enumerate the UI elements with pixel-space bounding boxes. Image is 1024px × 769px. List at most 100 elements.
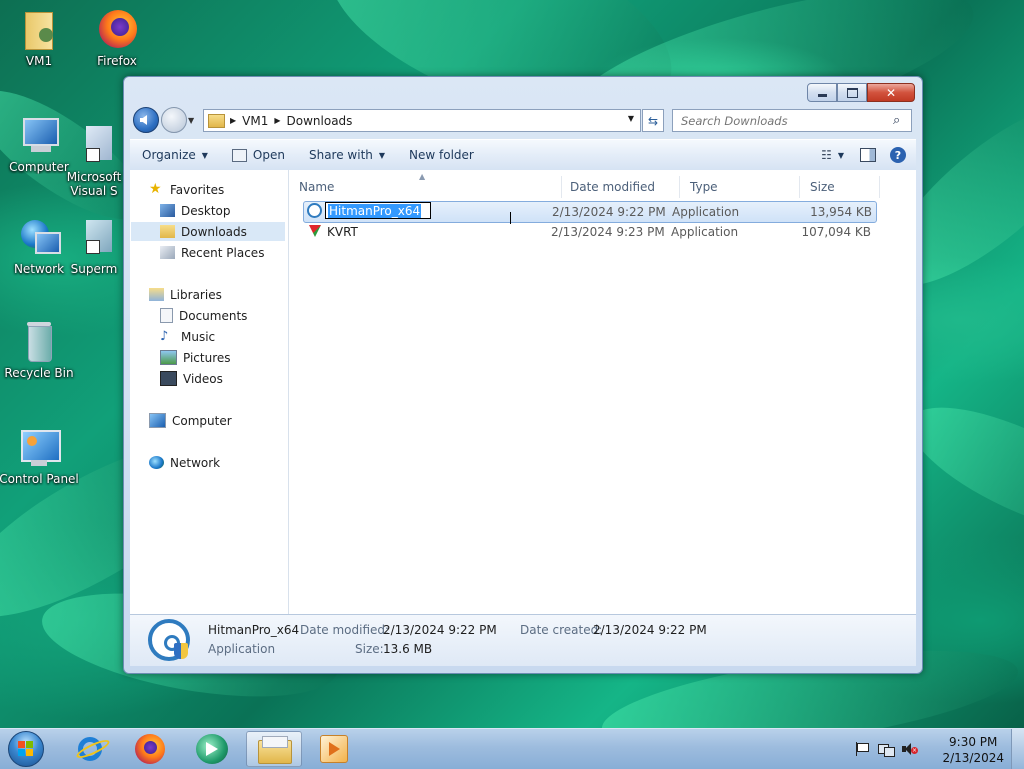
nav-desktop[interactable]: Desktop [160,201,231,220]
media-center-icon [196,734,228,764]
file-row-kvrt[interactable]: KVRT 2/13/2024 9:23 PM Application 107,0… [303,222,875,242]
column-header-name[interactable]: Name ▲ [289,172,562,198]
hitmanpro-app-icon [307,203,322,218]
help-icon: ? [890,147,906,163]
taskbar-internet-explorer[interactable] [62,731,118,767]
file-row-hitmanpro[interactable]: HitmanPro_x64 2/13/2024 9:22 PM Applicat… [303,201,877,223]
desktop-icon-vm1[interactable]: VM1 [0,8,79,68]
desktop-icon-visual-studio[interactable]: Microsoft Visual S [64,124,124,198]
refresh-icon: ⇆ [647,113,659,128]
nav-music[interactable]: ♪ Music [160,327,215,346]
search-box[interactable]: ⌕ [672,109,912,132]
minimize-button[interactable] [807,83,837,102]
start-button[interactable] [4,729,48,769]
show-desktop-button[interactable] [1011,729,1024,769]
videos-icon [160,371,177,386]
desktop-icon-superm[interactable]: Superm [64,216,124,276]
details-file-kind: Application [208,642,276,656]
clock-time: 9:30 PM [949,735,998,749]
desktop-icon-recycle-bin[interactable]: Recycle Bin [0,320,79,380]
file-date: 2/13/2024 9:23 PM [551,225,665,239]
breadcrumb-vm1[interactable]: VM1 [242,114,268,128]
file-date: 2/13/2024 9:22 PM [552,205,666,219]
system-clock[interactable]: 9:30 PM 2/13/2024 [942,734,1004,766]
desktop-icon-firefox[interactable]: Firefox [77,8,157,68]
details-file-name: HitmanPro_x64 [208,623,300,637]
column-header-date-modified[interactable]: Date modified [560,176,680,198]
column-header-size[interactable]: Size [800,176,880,198]
media-player-icon [320,735,348,763]
nav-network[interactable]: Network [149,453,220,472]
documents-icon [160,308,173,323]
nav-computer[interactable]: Computer [149,411,232,430]
details-date-created-label: Date created: [520,623,603,637]
taskbar-windows-explorer[interactable] [246,731,302,767]
breadcrumb-downloads[interactable]: Downloads [287,114,353,128]
shortcut-icon [72,216,116,260]
breadcrumb-separator-icon: ▶ [230,116,237,125]
pictures-icon [160,350,177,365]
mouse-cursor-ibeam [510,212,513,224]
column-header-type[interactable]: Type [680,176,800,198]
network-icon [149,456,164,469]
nav-libraries[interactable]: Libraries [149,285,222,304]
nav-pictures[interactable]: Pictures [160,348,231,367]
chevron-down-icon: ▼ [837,150,844,160]
taskbar-firefox[interactable] [122,731,178,767]
nav-recent-places[interactable]: Recent Places [160,243,264,262]
recycle-bin-icon [17,320,61,364]
file-type: Application [672,205,740,219]
internet-explorer-icon [74,734,112,764]
nav-videos[interactable]: Videos [160,369,223,388]
back-arrow-icon [140,115,147,125]
address-dropdown-icon[interactable]: ▼ [628,114,634,123]
visual-studio-icon [72,124,116,168]
open-button[interactable]: Open [220,143,297,167]
details-size: 13.6 MB [383,642,433,656]
music-icon: ♪ [160,329,169,344]
control-panel-icon [17,426,61,470]
maximize-button[interactable] [837,83,867,102]
preview-pane-icon [860,148,876,162]
change-view-button[interactable]: ☷ ▼ [815,143,850,167]
organize-button[interactable]: Organize ▼ [130,143,220,167]
explorer-window[interactable]: ✕ ▼ ▶ VM1 ▶ Downloads ▼ ⇆ ⌕ Organize▼ Op… [123,76,923,674]
forward-button[interactable] [161,107,187,133]
nav-favorites[interactable]: ★ Favorites [149,180,224,199]
computer-icon [149,413,166,428]
preview-pane-button[interactable] [850,143,886,167]
details-size-label: Size: [355,642,384,656]
back-button[interactable] [133,107,159,133]
firefox-icon [135,734,165,764]
file-size: 13,954 KB [810,205,872,219]
navigation-bar: ▼ ▶ VM1 ▶ Downloads ▼ ⇆ ⌕ [130,104,916,136]
nav-documents[interactable]: Documents [160,306,247,325]
refresh-button[interactable]: ⇆ [642,109,664,132]
volume-muted-icon[interactable]: × [902,742,918,756]
chevron-down-icon: ▼ [378,150,386,160]
star-icon: ★ [149,181,162,197]
taskbar-media-player[interactable] [306,731,362,767]
search-icon[interactable]: ⌕ [893,113,900,128]
details-date-modified: 2/13/2024 9:22 PM [383,623,497,637]
close-button[interactable]: ✕ [867,83,915,102]
nav-downloads[interactable]: Downloads [131,222,285,241]
new-folder-button[interactable]: New folder [397,143,486,167]
search-input[interactable] [679,112,893,129]
taskbar-media-center[interactable] [184,731,240,767]
caption-buttons: ✕ [807,83,915,102]
desktop-icon-control-panel[interactable]: Control Panel [0,426,79,486]
view-list-icon: ☷ [821,148,832,162]
desktop-icon [160,204,175,217]
rename-input[interactable]: HitmanPro_x64 [325,202,431,219]
sort-ascending-icon: ▲ [419,172,426,181]
address-bar[interactable]: ▶ VM1 ▶ Downloads ▼ [203,109,641,132]
share-with-button[interactable]: Share with ▼ [297,143,397,167]
help-button[interactable]: ? [886,143,916,167]
history-dropdown-button[interactable]: ▼ [188,116,194,125]
explorer-body: ★ Favorites Desktop Downloads Recent Plac… [130,170,916,614]
libraries-icon [149,288,164,301]
network-tray-icon[interactable] [878,742,895,757]
file-list: Name ▲ Date modified Type Size HitmanPro_… [289,170,916,614]
action-center-flag-icon[interactable] [854,742,869,756]
